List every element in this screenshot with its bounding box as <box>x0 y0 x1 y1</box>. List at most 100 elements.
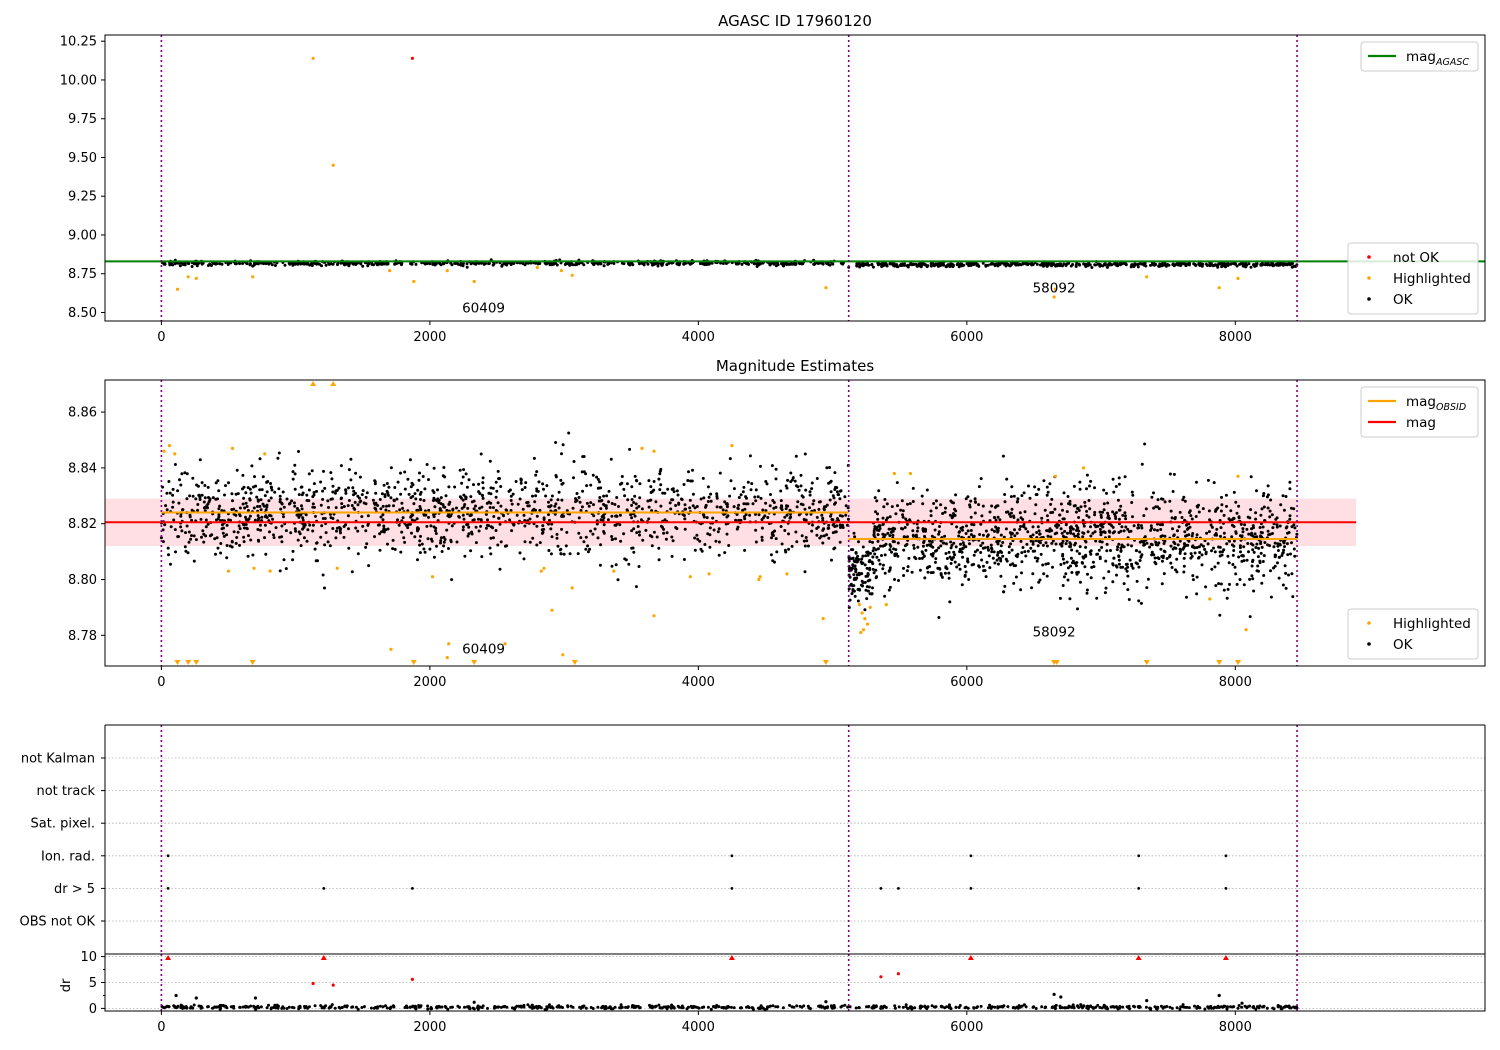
ok-point <box>511 492 515 496</box>
ok-point <box>1031 572 1035 576</box>
ok-point <box>1034 1007 1038 1010</box>
ok-point <box>246 554 250 558</box>
ok-point <box>1112 556 1116 560</box>
ok-point <box>1191 574 1195 578</box>
ok-point <box>953 513 957 517</box>
ok-point <box>952 541 956 545</box>
ok-point <box>519 481 523 485</box>
ok-point <box>914 262 918 266</box>
ok-point <box>1194 264 1198 267</box>
highlighted-point <box>860 611 864 615</box>
ok-point <box>1116 498 1120 502</box>
ok-point <box>1059 502 1063 506</box>
ok-point <box>995 527 999 531</box>
ok-point <box>732 487 736 491</box>
ok-point <box>913 1006 917 1010</box>
ok-point <box>793 479 797 483</box>
ok-point <box>986 545 990 549</box>
ok-point <box>996 542 1000 546</box>
ok-point <box>468 514 472 518</box>
ok-point <box>1252 526 1255 530</box>
chart-title-1: Magnitude Estimates <box>716 357 874 375</box>
ok-point <box>855 576 859 580</box>
ok-point <box>1019 525 1022 528</box>
ok-point <box>798 1004 802 1008</box>
ok-point <box>888 585 892 589</box>
ok-point <box>863 608 867 612</box>
highlighted-point <box>1145 275 1149 279</box>
ok-point <box>300 507 304 511</box>
ok-point <box>1066 495 1070 498</box>
ok-point <box>996 530 1000 534</box>
ok-point <box>760 526 764 530</box>
ok-point <box>1266 484 1270 488</box>
ok-point <box>1159 528 1163 531</box>
ok-point <box>464 472 468 476</box>
legend-top-right: magAGASC <box>1360 41 1479 72</box>
ok-point <box>1173 517 1177 521</box>
ok-point <box>876 533 880 537</box>
ok-point <box>439 536 443 540</box>
ok-point <box>414 262 418 266</box>
ok-point <box>550 535 554 539</box>
ok-point <box>1161 1006 1165 1010</box>
ok-point <box>1232 517 1236 520</box>
ok-point <box>227 481 230 485</box>
ok-point <box>1116 545 1120 549</box>
ok-point <box>321 573 325 577</box>
ok-point <box>225 544 229 547</box>
ok-point <box>1117 482 1121 486</box>
ok-point <box>487 524 491 528</box>
ok-point <box>828 263 832 267</box>
ok-point <box>177 501 181 505</box>
ok-point <box>1100 540 1104 544</box>
ok-point <box>768 262 772 266</box>
ok-point <box>300 493 304 497</box>
ok-point <box>232 1006 236 1010</box>
ok-point <box>399 492 403 496</box>
highlighted-point <box>785 572 789 576</box>
ok-point <box>632 550 636 554</box>
ok-point <box>534 508 537 512</box>
ok-point <box>693 548 697 552</box>
ok-point <box>905 264 909 268</box>
ok-point <box>429 524 433 528</box>
ok-point <box>289 531 293 535</box>
ok-point <box>1009 515 1013 519</box>
ok-point <box>374 491 378 495</box>
ok-point <box>1261 560 1265 563</box>
ok-point <box>1287 1004 1291 1008</box>
ok-point <box>624 558 628 562</box>
ok-point <box>657 546 661 550</box>
ok-point <box>560 452 563 456</box>
ok-point <box>771 559 775 563</box>
ok-point <box>1192 545 1196 549</box>
x-tick-label: 0 <box>157 675 165 690</box>
y-tick-label: 10.00 <box>60 73 97 88</box>
ok-point <box>287 1005 291 1009</box>
ok-point <box>1266 506 1270 510</box>
ok-point <box>901 513 905 517</box>
ok-point <box>1272 545 1276 549</box>
ok-point <box>883 533 887 537</box>
ok-point <box>386 491 390 495</box>
clipped-down-marker <box>822 660 829 665</box>
ok-point <box>468 1007 472 1011</box>
ok-point <box>1135 549 1139 553</box>
ok-point <box>857 1006 861 1010</box>
panel-0: 60409580920 2000 4000 6000 80008.508.759.009… <box>60 34 1486 345</box>
ok-point <box>1035 262 1039 266</box>
ok-point <box>944 506 947 510</box>
ok-point <box>1042 572 1046 576</box>
ok-point <box>1079 505 1083 509</box>
ok-point <box>1089 549 1093 553</box>
ok-point <box>1266 529 1270 533</box>
ok-point <box>238 514 242 518</box>
ok-point <box>1231 563 1235 566</box>
ok-point <box>1256 555 1260 559</box>
ok-point <box>1064 572 1068 576</box>
ok-point <box>600 515 604 519</box>
ok-point <box>941 541 945 545</box>
ok-point <box>299 262 303 266</box>
ok-point <box>855 264 859 268</box>
